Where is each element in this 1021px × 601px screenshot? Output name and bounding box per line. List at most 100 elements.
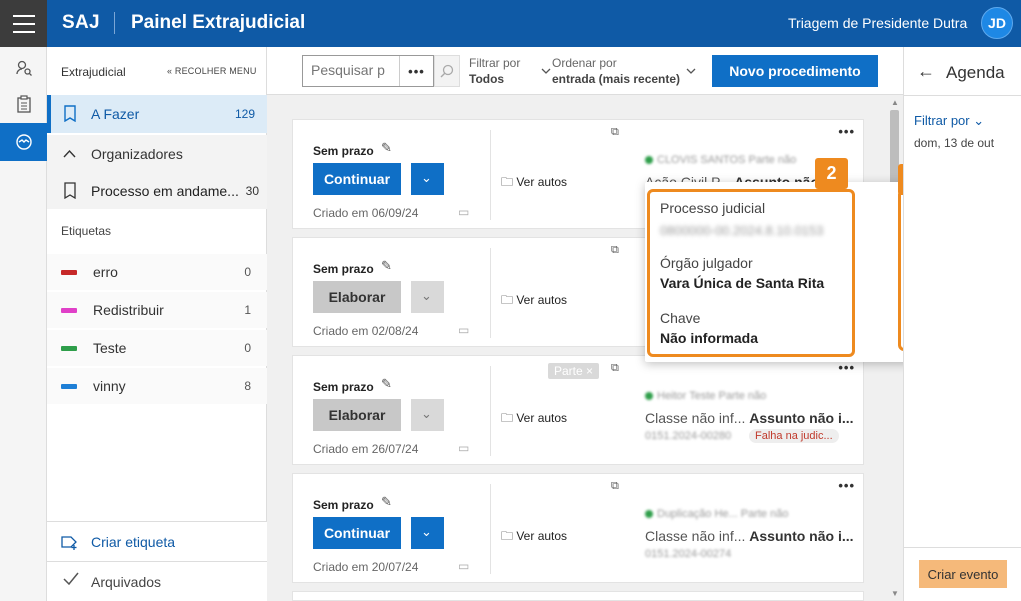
toolbar: ••• Filtrar por Todos Ordenar por entrad…: [267, 47, 903, 95]
order-label: Ordenar por: [552, 56, 617, 70]
tag-count: 1: [244, 303, 251, 317]
new-procedure-button[interactable]: Novo procedimento: [712, 55, 878, 87]
agenda-date: dom, 13 de out: [914, 136, 995, 150]
folder-icon: 🗀: [501, 293, 517, 307]
create-event-button[interactable]: Criar evento: [919, 560, 1007, 588]
comment-icon[interactable]: ▭: [458, 441, 469, 455]
procedure-card[interactable]: Sem prazo ✎ Continuar ⌄ Criado em 20/07/…: [292, 473, 864, 583]
sidebar-item-count: 30: [245, 184, 259, 198]
organ-label: Órgão julgador: [660, 255, 753, 271]
elaborate-button[interactable]: Elaborar: [313, 399, 401, 431]
icon-rail: [0, 47, 47, 601]
pencil-icon[interactable]: ✎: [381, 140, 392, 156]
search-input[interactable]: [311, 62, 391, 78]
archived-button[interactable]: Arquivados: [47, 562, 267, 601]
pencil-icon[interactable]: ✎: [381, 494, 392, 510]
pencil-icon[interactable]: ✎: [381, 258, 392, 274]
search-icon[interactable]: [434, 55, 460, 87]
agenda-filter-dropdown[interactable]: Filtrar por ⌄: [914, 113, 984, 129]
continue-button[interactable]: Continuar: [313, 517, 401, 549]
view-records-label: Ver autos: [516, 293, 568, 307]
class-subject-line: Classe não inf... Assunto não i...: [645, 410, 854, 426]
chevron-down-icon: ⌄: [421, 288, 432, 303]
created-date: Criado em 26/07/24: [313, 442, 419, 456]
action-dropdown-button[interactable]: ⌄: [411, 517, 444, 549]
action-dropdown-button[interactable]: ⌄: [411, 399, 444, 431]
folder-icon: 🗀: [501, 411, 517, 425]
top-bar: SAJ Painel Extrajudicial Triagem de Pres…: [0, 0, 1021, 47]
view-records-label: Ver autos: [516, 175, 568, 189]
divider: [904, 95, 1021, 96]
sidebar-heading: Extrajudicial: [61, 65, 126, 79]
tag-label: Teste: [93, 340, 127, 356]
attachment-icon[interactable]: ⧉: [611, 244, 619, 257]
continue-button[interactable]: Continuar: [313, 163, 401, 195]
tag-item[interactable]: Redistribuir 1: [47, 292, 267, 328]
more-options-icon[interactable]: •••: [399, 56, 433, 86]
scroll-up-icon[interactable]: ▲: [891, 98, 899, 107]
view-records-link[interactable]: 🗀 Ver autos: [501, 291, 567, 312]
hamburger-menu-icon[interactable]: [0, 0, 47, 47]
tag-item[interactable]: erro 0: [47, 254, 267, 290]
divider: [904, 547, 1021, 548]
avatar[interactable]: JD: [981, 7, 1013, 39]
sidebar-footer: Criar etiqueta Arquivados: [47, 521, 267, 601]
filter-label: Filtrar por: [469, 56, 521, 70]
process-value: 0800000-00.2024.8.10.0153: [660, 223, 824, 238]
procedure-card[interactable]: Sem prazo ✎ Elaborar ⌄ Criado em 26/07/2…: [292, 355, 864, 465]
tag-item[interactable]: vinny 8: [47, 368, 267, 404]
tag-chip[interactable]: Parte ×: [548, 363, 600, 379]
tag-item[interactable]: Teste 0: [47, 330, 267, 366]
comment-icon[interactable]: ▭: [458, 323, 469, 337]
class-subject-line: Classe não inf... Assunto não i...: [645, 528, 854, 544]
create-tag-label: Criar etiqueta: [91, 534, 176, 550]
tag-color-swatch: [61, 308, 77, 313]
process-info-popup: Processo judicial 0800000-00.2024.8.10.0…: [645, 182, 937, 362]
attachment-icon[interactable]: ⧉: [611, 126, 619, 139]
unit-selector[interactable]: Triagem de Presidente Dutra: [788, 15, 967, 31]
action-dropdown-button[interactable]: ⌄: [411, 163, 444, 195]
bookmark-icon: [63, 182, 77, 202]
order-dropdown[interactable]: Ordenar por entrada (mais recente): [552, 55, 680, 87]
sidebar-item-todo[interactable]: A Fazer 129: [47, 95, 267, 133]
view-records-label: Ver autos: [516, 411, 568, 425]
action-dropdown-button[interactable]: ⌄: [411, 281, 444, 313]
handshake-icon[interactable]: [0, 123, 47, 161]
tag-color-swatch: [61, 384, 77, 389]
organizers-toggle[interactable]: Organizadores: [47, 135, 267, 173]
filter-value: Todos: [469, 72, 505, 86]
user-search-icon[interactable]: [0, 49, 47, 87]
attachment-icon[interactable]: ⧉: [611, 480, 619, 493]
create-tag-button[interactable]: Criar etiqueta: [47, 522, 267, 562]
view-records-link[interactable]: 🗀 Ver autos: [501, 173, 567, 194]
folder-icon: 🗀: [501, 529, 517, 543]
elaborate-button[interactable]: Elaborar: [313, 281, 401, 313]
comment-icon[interactable]: ▭: [458, 559, 469, 573]
pencil-icon[interactable]: ✎: [381, 376, 392, 392]
key-value: Não informada: [660, 330, 759, 346]
chevron-down-icon: ⌄: [421, 170, 432, 185]
more-options-icon[interactable]: •••: [838, 478, 855, 493]
scroll-down-icon[interactable]: ▼: [891, 589, 899, 598]
back-arrow-icon[interactable]: ←: [917, 61, 935, 82]
process-number: 0151.2024-00280: [645, 430, 732, 442]
chevron-down-icon: [541, 65, 551, 77]
sidebar-item-process[interactable]: Processo em andame... 30: [47, 173, 267, 209]
comment-icon[interactable]: ▭: [458, 205, 469, 219]
view-records-link[interactable]: 🗀 Ver autos: [501, 409, 567, 430]
collapse-menu-button[interactable]: « RECOLHER MENU: [167, 66, 257, 76]
more-options-icon[interactable]: •••: [838, 124, 855, 139]
view-records-label: Ver autos: [516, 529, 568, 543]
more-options-icon[interactable]: •••: [838, 360, 855, 375]
parties-line: Duplicação He... Parte não: [645, 508, 788, 520]
procedure-card[interactable]: [292, 591, 864, 601]
attachment-icon[interactable]: ⧉: [611, 362, 619, 375]
tag-color-swatch: [61, 346, 77, 351]
sidebar-item-count: 129: [234, 107, 255, 121]
divider: [490, 366, 491, 456]
view-records-link[interactable]: 🗀 Ver autos: [501, 527, 567, 548]
tag-label: vinny: [93, 378, 126, 394]
filter-dropdown[interactable]: Filtrar por Todos: [469, 55, 520, 87]
clipboard-icon[interactable]: [0, 85, 47, 123]
tag-count: 0: [244, 341, 251, 355]
